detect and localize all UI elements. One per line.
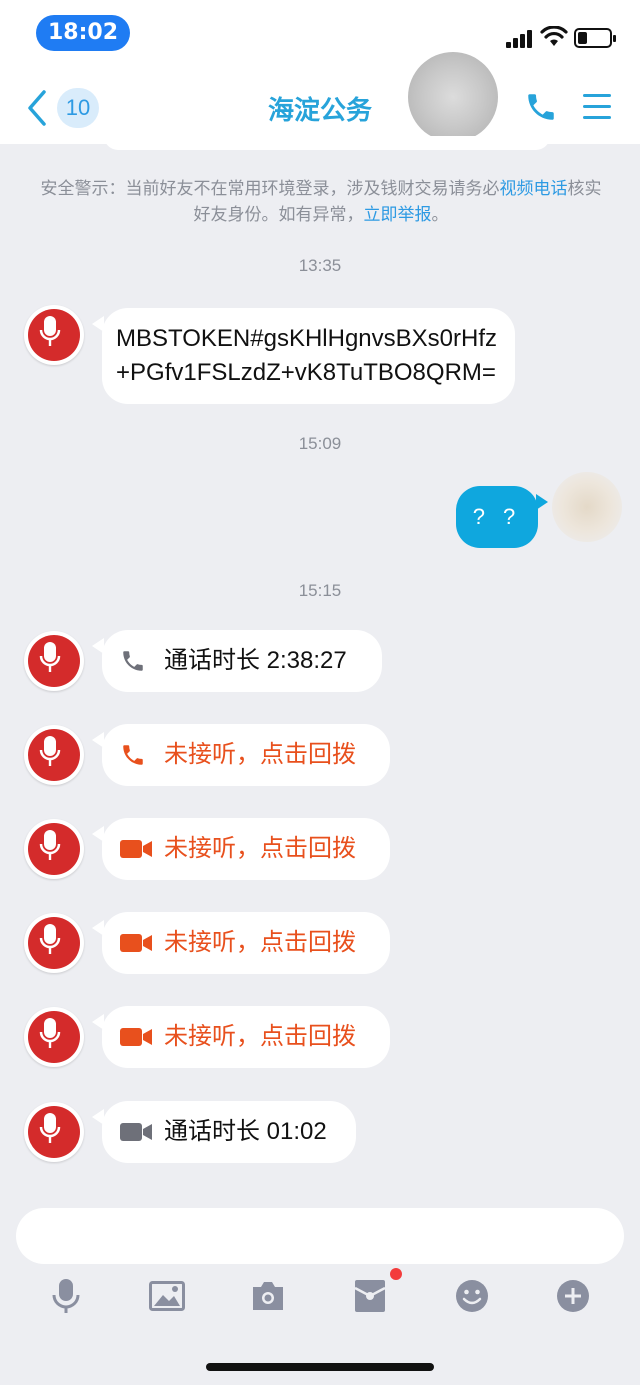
missed-call-text: 未接听，点击回拨 [164, 835, 356, 862]
my-avatar[interactable] [552, 472, 622, 542]
outgoing-message-bubble[interactable]: ? ? [456, 486, 548, 548]
microphone-icon [39, 316, 61, 346]
missed-call-text: 未接听，点击回拨 [164, 1023, 356, 1050]
red-packet-icon[interactable] [350, 1274, 390, 1318]
video-call-link[interactable]: 视频电话 [500, 179, 568, 198]
signal-icon [506, 28, 536, 48]
contact-avatar[interactable] [24, 725, 84, 785]
microphone-icon [39, 1113, 61, 1143]
status-time: 18:02 [36, 15, 130, 51]
microphone-icon [39, 642, 61, 672]
status-bar: 18:02 [0, 0, 640, 70]
missed-video-call-bubble[interactable]: 未接听，点击回拨 [92, 912, 390, 974]
message-input[interactable] [16, 1208, 624, 1264]
timestamp: 15:15 [298, 581, 342, 600]
warning-text-end: 。 [431, 205, 449, 224]
token-line-2: +PGfv1FSLzdZ+vK8TuTBO8QRM= [116, 359, 496, 386]
missed-call-bubble[interactable]: 未接听，点击回拨 [92, 724, 390, 786]
menu-icon[interactable] [583, 94, 611, 120]
microphone-icon [39, 830, 61, 860]
assistive-touch-button[interactable] [408, 52, 498, 142]
video-camera-icon [120, 932, 164, 954]
mic-icon[interactable] [46, 1274, 86, 1318]
timestamp: 15:09 [298, 434, 342, 453]
token-line-1: MBSTOKEN#gsKHlHgnvsBXs0rHfz [116, 325, 497, 352]
battery-icon [574, 28, 616, 48]
video-camera-icon [120, 838, 164, 860]
phone-icon [120, 648, 164, 674]
microphone-icon [39, 1018, 61, 1048]
plus-icon[interactable] [553, 1274, 593, 1318]
phone-icon [120, 742, 164, 768]
notification-dot [390, 1268, 402, 1280]
video-call-record-bubble[interactable]: 通话时长 01:02 [92, 1101, 356, 1163]
missed-video-call-bubble[interactable]: 未接听，点击回拨 [92, 818, 390, 880]
call-duration-text: 通话时长 2:38:27 [164, 647, 347, 674]
warning-text: 安全警示：当前好友不在常用环境登录，涉及钱财交易请务必 [40, 179, 500, 198]
microphone-icon [39, 736, 61, 766]
home-indicator[interactable] [206, 1363, 434, 1371]
contact-avatar[interactable] [24, 1007, 84, 1067]
previous-message-bubble [104, 136, 550, 150]
missed-video-call-bubble[interactable]: 未接听，点击回拨 [92, 1006, 390, 1068]
missed-call-text: 未接听，点击回拨 [164, 929, 356, 956]
video-camera-icon [120, 1121, 164, 1143]
chat-header: 10 海淀公务 [0, 52, 640, 144]
contact-avatar[interactable] [24, 819, 84, 879]
contact-avatar[interactable] [24, 913, 84, 973]
input-toolbar [0, 1274, 640, 1322]
contact-avatar[interactable] [24, 305, 84, 365]
phone-call-icon[interactable] [524, 90, 558, 124]
video-camera-icon [120, 1026, 164, 1048]
wifi-icon [540, 26, 568, 46]
image-icon[interactable] [147, 1274, 187, 1318]
call-record-bubble[interactable]: 通话时长 2:38:27 [92, 630, 382, 692]
camera-icon[interactable] [248, 1274, 288, 1318]
token-message-bubble[interactable]: MBSTOKEN#gsKHlHgnvsBXs0rHfz +PGfv1FSLzdZ… [92, 308, 515, 404]
contact-avatar[interactable] [24, 631, 84, 691]
report-link[interactable]: 立即举报 [364, 205, 432, 224]
microphone-icon [39, 924, 61, 954]
timestamp: 13:35 [298, 256, 342, 275]
security-warning: 安全警示：当前好友不在常用环境登录，涉及钱财交易请务必视频电话核实好友身份。如有… [40, 176, 602, 228]
call-duration-text: 通话时长 01:02 [164, 1118, 327, 1145]
missed-call-text: 未接听，点击回拨 [164, 741, 356, 768]
emoji-icon[interactable] [452, 1274, 492, 1318]
contact-avatar[interactable] [24, 1102, 84, 1162]
